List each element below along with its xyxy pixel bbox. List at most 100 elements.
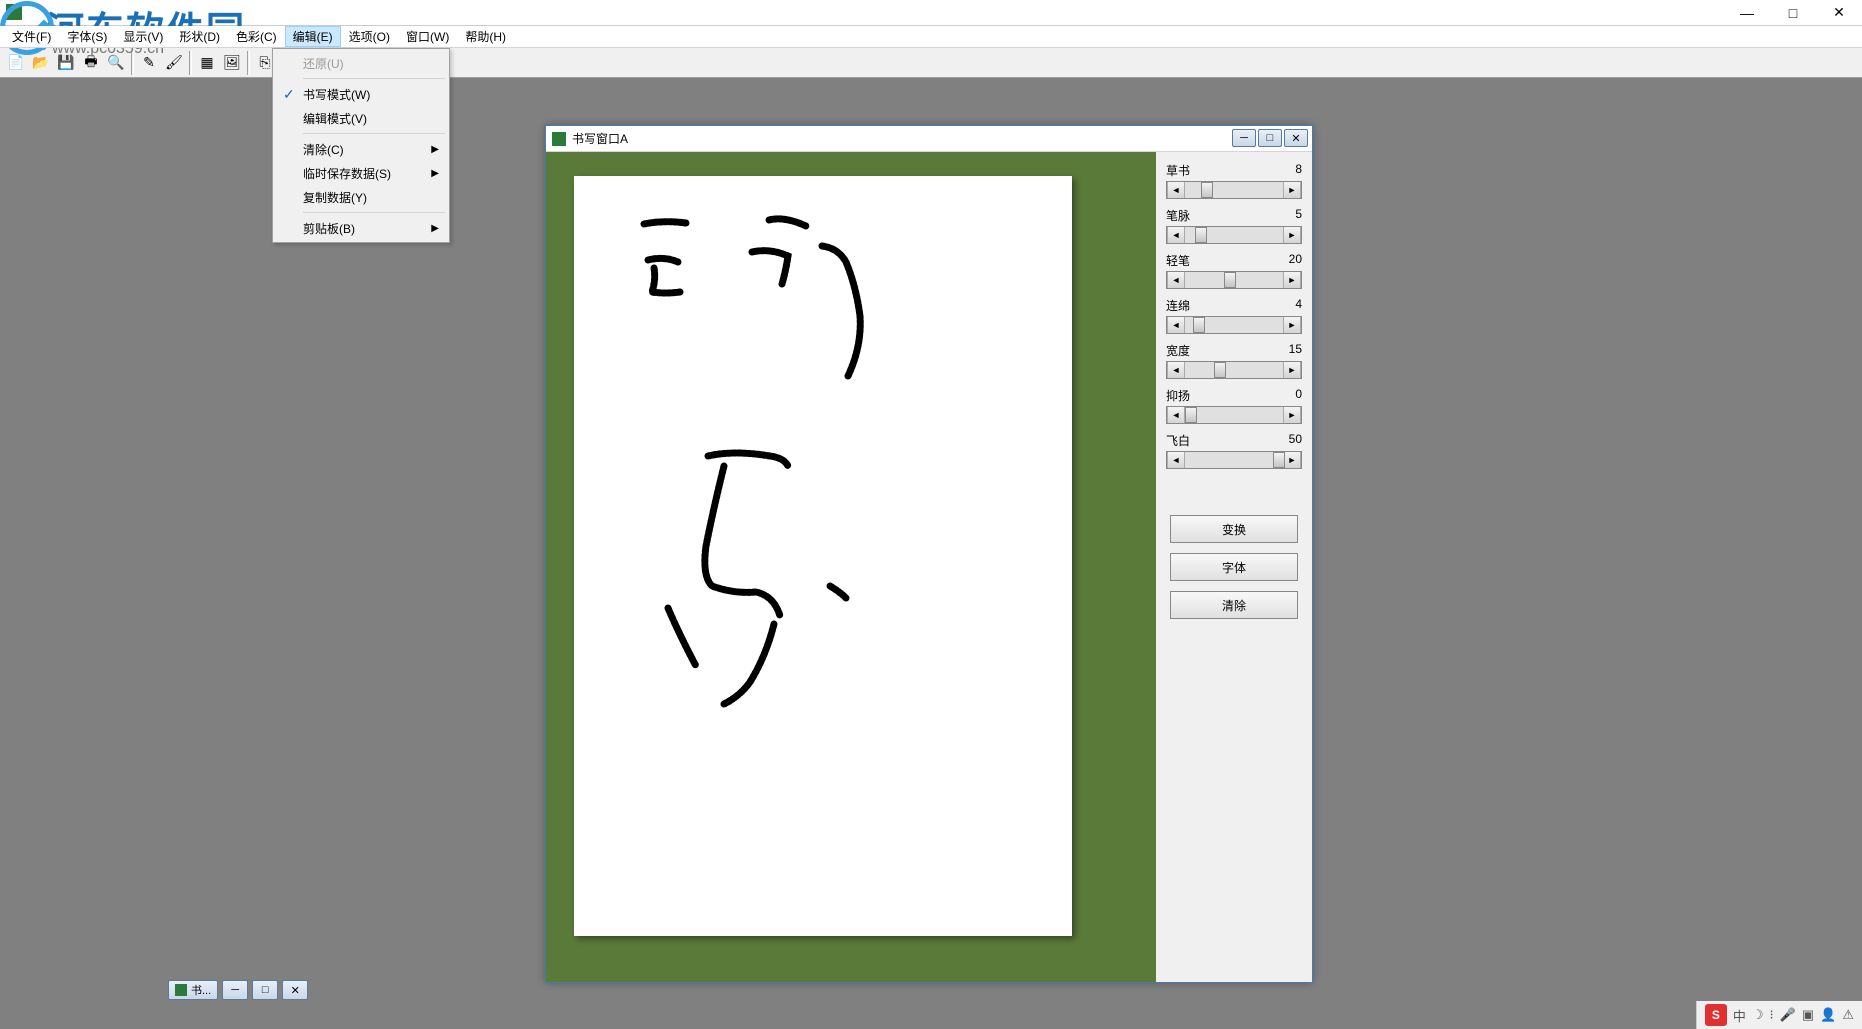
mdi-maximize-button[interactable]: □	[252, 980, 278, 1000]
slider-track[interactable]: ◄ ►	[1166, 316, 1302, 334]
child-titlebar[interactable]: 书写窗口A ─ □ ✕	[546, 126, 1312, 152]
convert-button[interactable]: 变换	[1170, 515, 1298, 543]
menu-separator	[303, 78, 445, 79]
user-icon[interactable]: 👤	[1820, 1007, 1836, 1023]
mic-icon[interactable]: 🎤	[1780, 1007, 1796, 1023]
preview-icon[interactable]: 🔍	[104, 51, 128, 75]
arrow-right-icon[interactable]: ►	[1283, 227, 1301, 243]
slider-value: 15	[1289, 342, 1302, 359]
slider-thumb[interactable]	[1273, 452, 1285, 468]
font-button[interactable]: 字体	[1170, 553, 1298, 581]
check-icon: ✓	[283, 86, 295, 103]
menu-help[interactable]: 帮助(H)	[457, 26, 514, 47]
menu-font[interactable]: 字体(S)	[59, 26, 115, 47]
slider-label: 连绵	[1166, 297, 1190, 314]
slider-value: 5	[1295, 207, 1302, 224]
arrow-right-icon[interactable]: ►	[1283, 182, 1301, 198]
menubar: 文件(F) 字体(S) 显示(V) 形状(D) 色彩(C) 编辑(E) 选项(O…	[0, 26, 1862, 48]
slider-track[interactable]: ◄ ►	[1166, 226, 1302, 244]
window-maximize-button[interactable]: □	[1770, 0, 1816, 26]
ime-badge-icon[interactable]: S	[1705, 1004, 1727, 1026]
arrow-left-icon[interactable]: ◄	[1167, 407, 1185, 423]
slider-thumb[interactable]	[1185, 407, 1197, 423]
arrow-left-icon[interactable]: ◄	[1167, 452, 1185, 468]
network-icon[interactable]: ⁝	[1770, 1007, 1774, 1023]
arrow-left-icon[interactable]: ◄	[1167, 362, 1185, 378]
menu-clipboard[interactable]: 剪贴板(B)▶	[275, 216, 447, 240]
menu-edit-mode[interactable]: 编辑模式(V)	[275, 106, 447, 130]
menu-edit[interactable]: 编辑(E)	[285, 26, 341, 47]
slider-thumb[interactable]	[1214, 362, 1226, 378]
menu-option[interactable]: 选项(O)	[341, 26, 398, 47]
grid-icon[interactable]: ▦	[195, 51, 219, 75]
slider-label: 笔脉	[1166, 207, 1190, 224]
ime-language[interactable]: 中	[1733, 1006, 1746, 1025]
menu-write-mode[interactable]: ✓书写模式(W)	[275, 82, 447, 106]
mdi-window-tab[interactable]: 书...	[168, 980, 218, 1000]
slider-label: 抑扬	[1166, 387, 1190, 404]
writing-window: 书写窗口A ─ □ ✕	[545, 125, 1313, 983]
clear-button[interactable]: 清除	[1170, 591, 1298, 619]
open-icon[interactable]: 📂	[29, 51, 53, 75]
arrow-right-icon[interactable]: ►	[1283, 452, 1301, 468]
writing-canvas[interactable]	[574, 176, 1072, 936]
slider-宽度: 宽度 15 ◄ ►	[1166, 342, 1302, 379]
slider-track[interactable]: ◄ ►	[1166, 181, 1302, 199]
new-icon[interactable]: 📄	[4, 51, 28, 75]
brush-icon[interactable]: 🖌	[162, 51, 186, 75]
mdi-minimize-button[interactable]: ─	[222, 980, 248, 1000]
moon-icon[interactable]: ☽	[1752, 1007, 1764, 1023]
chevron-right-icon: ▶	[431, 223, 439, 234]
slider-thumb[interactable]	[1201, 182, 1213, 198]
slider-thumb[interactable]	[1195, 227, 1207, 243]
arrow-left-icon[interactable]: ◄	[1167, 227, 1185, 243]
save-icon[interactable]: 💾	[54, 51, 78, 75]
menu-clear[interactable]: 清除(C)▶	[275, 137, 447, 161]
slider-track[interactable]: ◄ ►	[1166, 361, 1302, 379]
arrow-left-icon[interactable]: ◄	[1167, 182, 1185, 198]
arrow-right-icon[interactable]: ►	[1283, 407, 1301, 423]
child-maximize-button[interactable]: □	[1258, 129, 1282, 147]
image-icon[interactable]: 🖼	[220, 51, 244, 75]
menu-view[interactable]: 显示(V)	[115, 26, 171, 47]
window-minimize-button[interactable]: —	[1724, 0, 1770, 26]
slider-thumb[interactable]	[1193, 317, 1205, 333]
slider-value: 20	[1289, 252, 1302, 269]
menu-temp-save[interactable]: 临时保存数据(S)▶	[275, 161, 447, 185]
arrow-right-icon[interactable]: ►	[1283, 362, 1301, 378]
menu-undo: 还原(U)	[275, 51, 447, 75]
slider-value: 4	[1295, 297, 1302, 314]
child-minimize-button[interactable]: ─	[1232, 129, 1256, 147]
menu-copy-data[interactable]: 复制数据(Y)	[275, 185, 447, 209]
slider-track[interactable]: ◄ ►	[1166, 271, 1302, 289]
menu-separator	[303, 133, 445, 134]
warning-icon[interactable]: ⚠	[1842, 1007, 1854, 1023]
arrow-left-icon[interactable]: ◄	[1167, 272, 1185, 288]
menu-color[interactable]: 色彩(C)	[228, 26, 285, 47]
menu-shape[interactable]: 形状(D)	[171, 26, 228, 47]
pen-icon[interactable]: ✎	[137, 51, 161, 75]
slider-track[interactable]: ◄ ►	[1166, 406, 1302, 424]
slider-thumb[interactable]	[1224, 272, 1236, 288]
slider-笔脉: 笔脉 5 ◄ ►	[1166, 207, 1302, 244]
print-icon[interactable]: 🖶	[79, 51, 103, 75]
slider-track[interactable]: ◄ ►	[1166, 451, 1302, 469]
menu-file[interactable]: 文件(F)	[4, 26, 59, 47]
arrow-right-icon[interactable]: ►	[1283, 317, 1301, 333]
slider-label: 草书	[1166, 162, 1190, 179]
arrow-right-icon[interactable]: ►	[1283, 272, 1301, 288]
slider-value: 50	[1289, 432, 1302, 449]
system-tray: S 中 ☽ ⁝ 🎤 ▣ 👤 ⚠	[1696, 1001, 1862, 1029]
slider-label: 宽度	[1166, 342, 1190, 359]
mdi-close-button[interactable]: ✕	[282, 980, 308, 1000]
child-close-button[interactable]: ✕	[1284, 129, 1308, 147]
slider-label: 轻笔	[1166, 252, 1190, 269]
arrow-left-icon[interactable]: ◄	[1167, 317, 1185, 333]
app-icon	[6, 4, 22, 20]
slider-连绵: 连绵 4 ◄ ►	[1166, 297, 1302, 334]
menu-window[interactable]: 窗口(W)	[398, 26, 457, 47]
child-title: 书写窗口A	[572, 130, 628, 147]
slider-抑扬: 抑扬0 ◄ ►	[1166, 387, 1302, 424]
screen-icon[interactable]: ▣	[1802, 1007, 1814, 1023]
window-close-button[interactable]: ✕	[1816, 0, 1862, 26]
